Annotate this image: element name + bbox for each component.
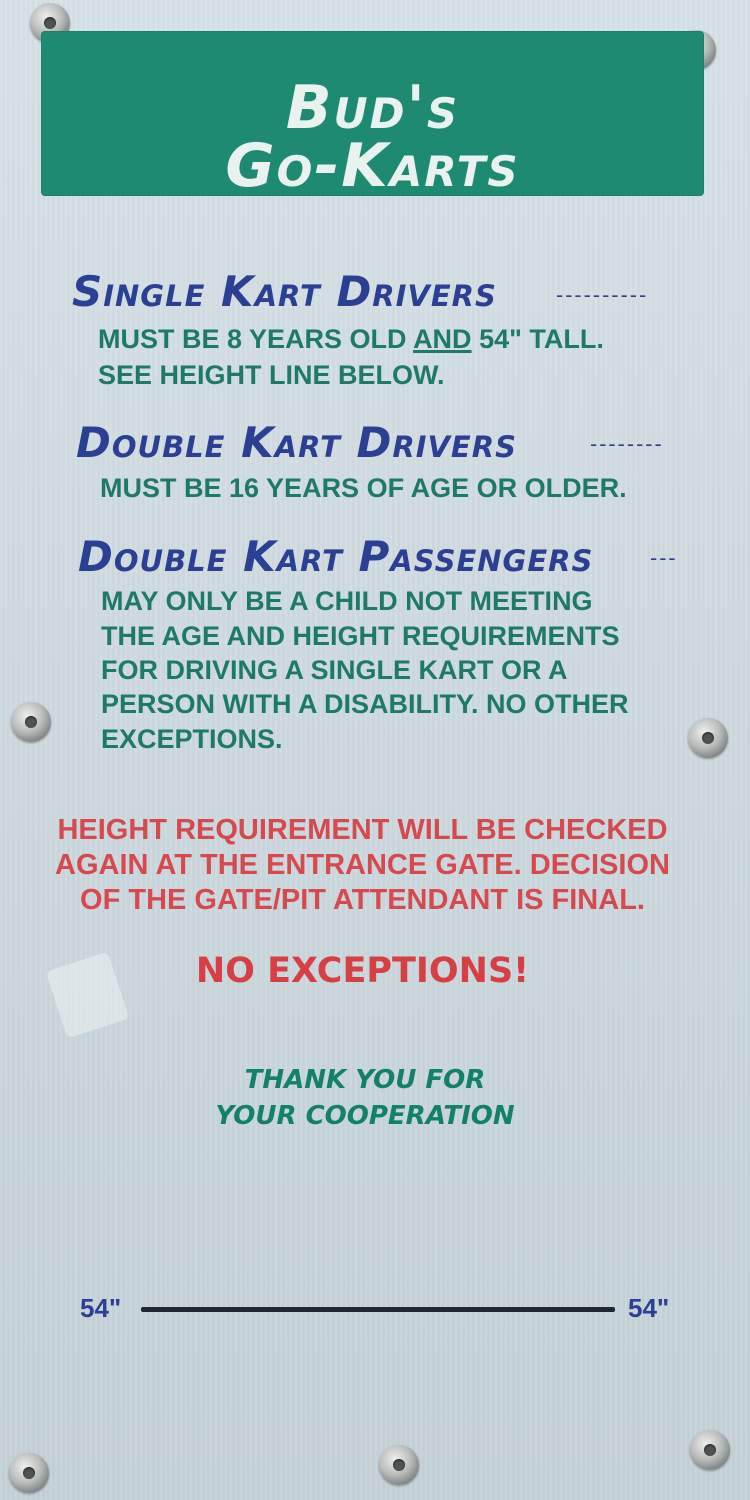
heading-single-kart-drivers: Single Kart Drivers [72, 267, 497, 316]
title-banner: Bud's Go-Karts [41, 31, 704, 201]
rule-line: MUST BE 16 YEARS OF AGE OR OLDER. [100, 473, 627, 503]
rule-line: MAY ONLY BE A CHILD NOT MEETING [101, 586, 593, 616]
heading-dashes: -------- [590, 432, 664, 456]
heading-double-kart-passengers: Double Kart Passengers [78, 532, 594, 581]
rule-line: EXCEPTIONS. [101, 724, 283, 754]
height-line [141, 1307, 615, 1312]
rule-line: PERSON WITH A DISABILITY. NO OTHER [101, 689, 629, 719]
no-exceptions-text: NO EXCEPTIONS! [195, 951, 530, 991]
warning-line: AGAIN AT THE ENTRANCE GATE. DECISION [55, 849, 670, 881]
bolt-mid-right-icon [688, 718, 728, 758]
bolt-bottom-center-icon [379, 1445, 419, 1485]
bolt-bottom-left-icon [9, 1453, 49, 1493]
rule-line: FOR DRIVING A SINGLE KART OR A [101, 655, 568, 685]
rule-line: MUST BE 8 YEARS OLD AND 54" TALL. [98, 322, 604, 356]
bolt-mid-left-icon [11, 702, 51, 742]
rule-text: 54" TALL. [471, 324, 604, 354]
thanks-line1: THANK YOU FOR [244, 1065, 486, 1095]
warning-line: HEIGHT REQUIREMENT WILL BE CHECKED [57, 814, 668, 846]
banner-title-line2: Go-Karts [225, 131, 520, 201]
rule-underlined-word: AND [413, 324, 472, 354]
bolt-bottom-right-icon [690, 1430, 730, 1470]
heading-double-kart-drivers: Double Kart Drivers [76, 418, 517, 467]
rule-text: MUST BE 8 YEARS OLD [98, 324, 414, 354]
warning-line: OF THE GATE/PIT ATTENDANT IS FINAL. [80, 884, 645, 916]
rule-line: SEE HEIGHT LINE BELOW. [98, 360, 445, 390]
height-label-right: 54" [628, 1293, 670, 1323]
sign-board: Bud's Go-Karts Single Kart Drivers -----… [0, 0, 750, 1500]
heading-dashes: ---------- [556, 283, 649, 307]
thanks-line2: YOUR COOPERATION [215, 1101, 515, 1131]
height-label-left: 54" [80, 1293, 122, 1323]
heading-dashes: --- [650, 546, 678, 570]
rule-line: THE AGE AND HEIGHT REQUIREMENTS [101, 621, 620, 651]
